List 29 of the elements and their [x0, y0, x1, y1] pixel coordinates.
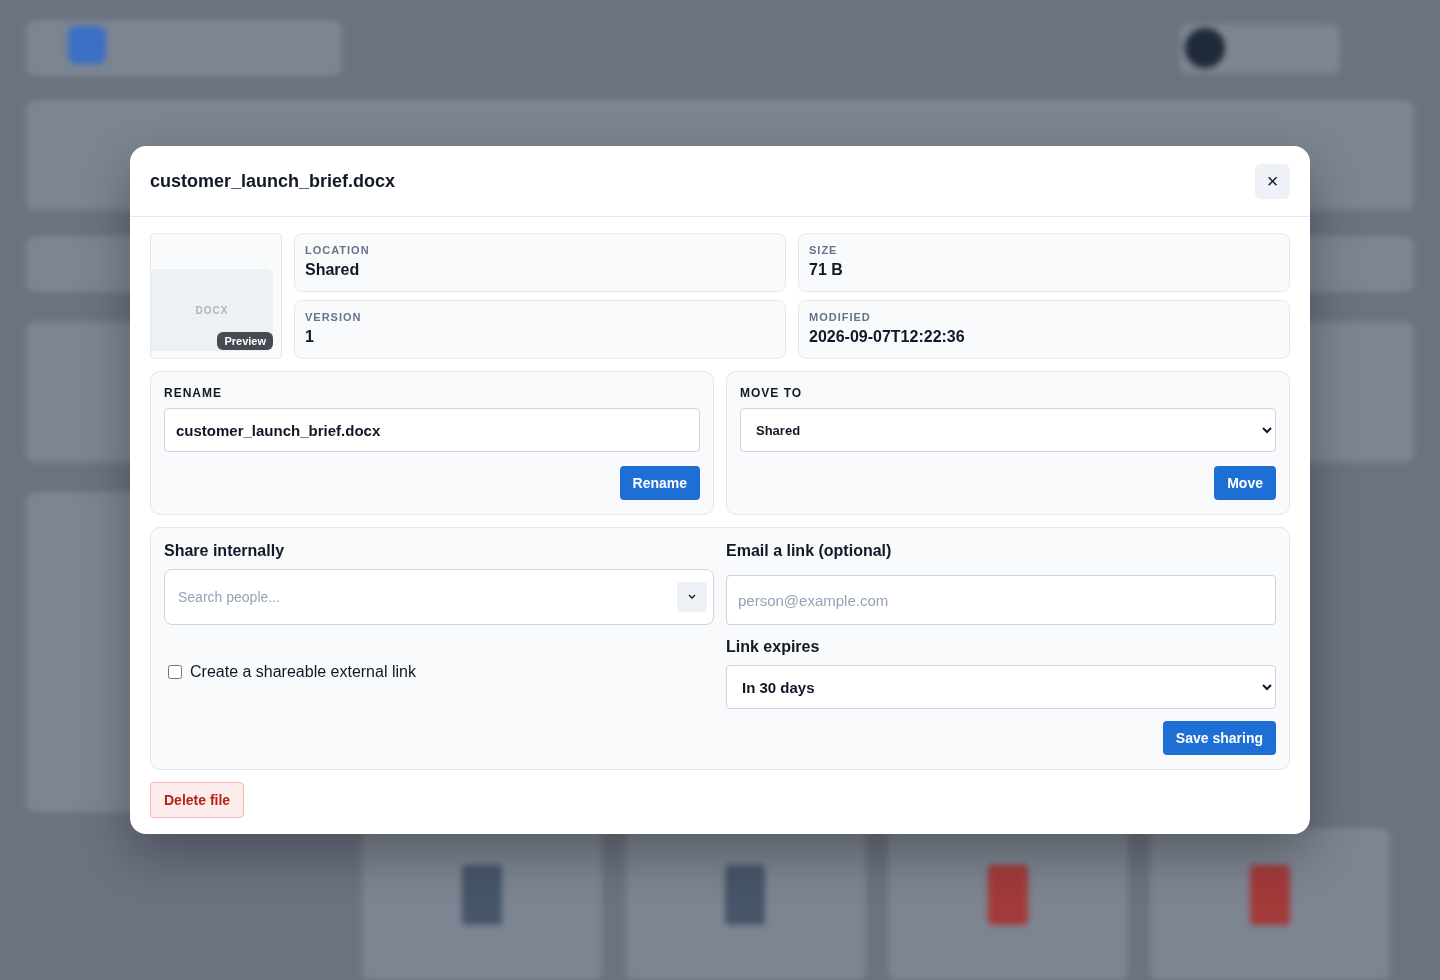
rename-field[interactable]: customer_launch_brief.docx	[164, 408, 700, 452]
move-label: MOVE TO	[740, 386, 804, 400]
move-button[interactable]: Move	[1214, 466, 1276, 500]
email-label: Email a link (optional)	[726, 542, 893, 560]
email-field[interactable]: person@example.com	[726, 575, 1276, 625]
detail-label: LOCATION	[305, 244, 371, 256]
people-search-input[interactable]: Search people...	[176, 588, 677, 606]
detail-label: SIZE	[809, 244, 839, 256]
detail-value: 2026-09-07T12:22:36	[809, 328, 966, 346]
rename-label: RENAME	[164, 386, 223, 400]
link-expires-label: Link expires	[726, 638, 821, 656]
close-button[interactable]: ×	[1255, 163, 1290, 199]
delete-file-button[interactable]: Delete file	[150, 782, 245, 818]
external-link-checkbox[interactable]	[168, 665, 182, 679]
people-picker[interactable]: Search people...	[164, 569, 714, 625]
detail-label: VERSION	[305, 311, 363, 323]
external-link-label: Create a shareable external link	[190, 663, 416, 681]
detail-label: MODIFIED	[809, 311, 872, 323]
detail-value: 1	[305, 328, 315, 346]
dialog-title: customer_launch_brief.docx	[150, 170, 396, 192]
save-sharing-button[interactable]: Save sharing	[1162, 721, 1276, 755]
file-type-label: DOCX	[195, 304, 229, 316]
rename-button[interactable]: Rename	[619, 466, 700, 500]
preview-badge: Preview	[217, 332, 273, 350]
detail-value: Shared	[305, 261, 361, 279]
detail-value: 71 B	[809, 261, 844, 279]
folder-select[interactable]: Shared	[740, 408, 1276, 452]
expiry-select[interactable]: In 30 days	[726, 665, 1276, 709]
share-internally-label: Share internally	[164, 542, 286, 560]
